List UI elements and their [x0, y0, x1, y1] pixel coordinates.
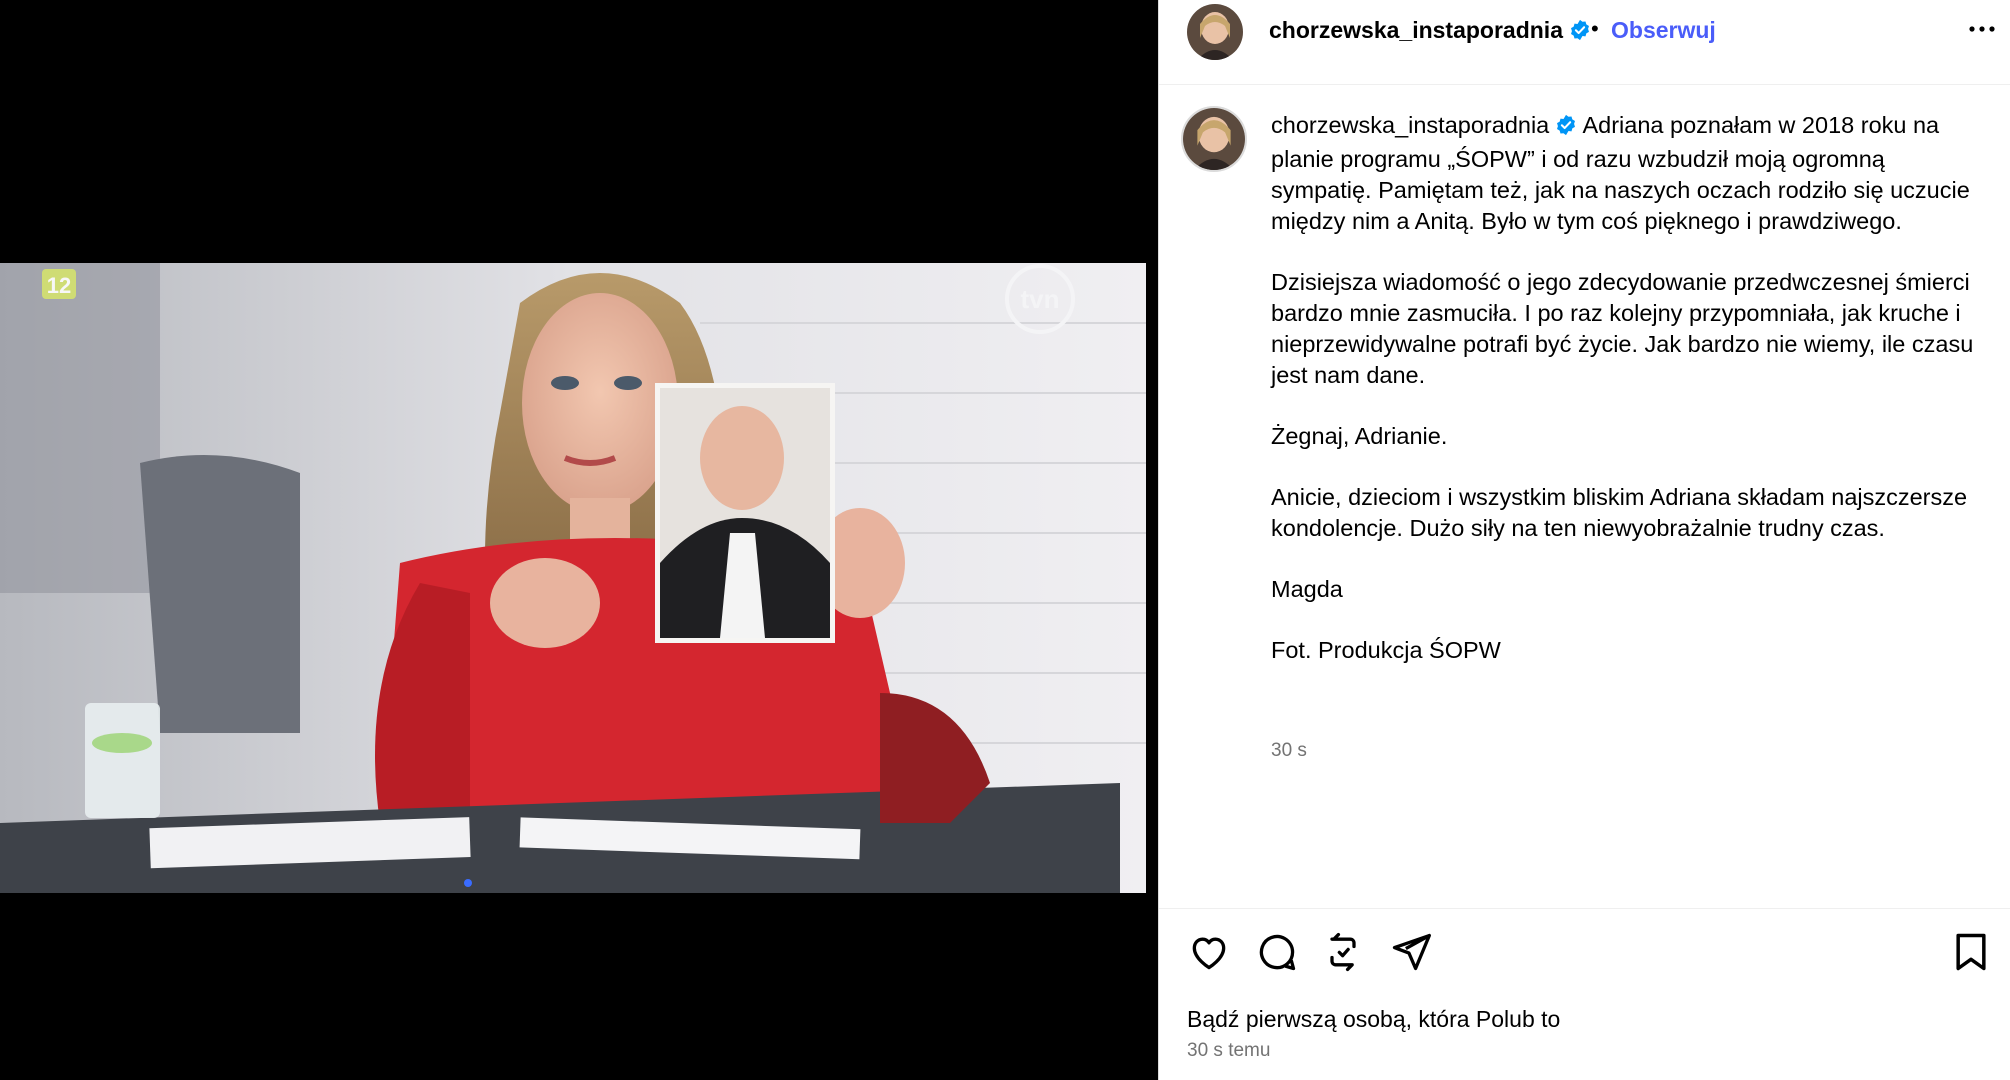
caption-author-avatar[interactable] — [1181, 106, 1247, 172]
likes-text[interactable]: Bądź pierwszą osobą, która Polub to — [1187, 1006, 1560, 1033]
more-options-icon[interactable] — [1965, 12, 1999, 46]
caption-username[interactable]: chorzewska_instaporadnia — [1271, 112, 1549, 138]
caption-paragraph-3: Żegnaj, Adrianie. — [1271, 423, 1448, 449]
post-timestamp[interactable]: 30 s temu — [1187, 1040, 1270, 1062]
post-header: chorzewska_instaporadnia • Obserwuj — [1159, 0, 2010, 85]
author-username[interactable]: chorzewska_instaporadnia — [1269, 17, 1591, 47]
comment-icon[interactable] — [1255, 930, 1299, 974]
caption-paragraph-6: Fot. Produkcja ŚOPW — [1271, 637, 1501, 663]
verified-badge-icon — [1555, 113, 1577, 144]
post-image: 12 tvn — [0, 263, 1146, 893]
caption-paragraph-4: Anicie, dzieciom i wszystkim bliskim Adr… — [1271, 484, 1968, 541]
tv-logo: tvn — [1021, 284, 1060, 314]
post-sidebar: chorzewska_instaporadnia • Obserwuj chor… — [1158, 0, 2010, 1080]
share-icon[interactable] — [1389, 930, 1433, 974]
heart-icon[interactable] — [1187, 930, 1231, 974]
follow-button[interactable]: Obserwuj — [1611, 17, 1716, 44]
verified-badge-icon — [1569, 19, 1591, 47]
channel-age-badge: 12 — [47, 273, 71, 298]
caption-paragraph: chorzewska_instaporadnia Adriana poznała… — [1271, 110, 1991, 237]
separator-dot: • — [1591, 16, 1599, 41]
caption-paragraph-2: Dzisiejsza wiadomość o jego zdecydowanie… — [1271, 269, 1974, 388]
caption-paragraph-5: Magda — [1271, 576, 1343, 602]
caption-timestamp[interactable]: 30 s — [1271, 740, 1307, 762]
actions-divider — [1159, 908, 2010, 909]
repost-icon[interactable] — [1321, 930, 1365, 974]
author-avatar[interactable] — [1187, 4, 1243, 60]
caption-text: chorzewska_instaporadnia Adriana poznała… — [1271, 110, 1991, 696]
post-media[interactable]: 12 tvn — [0, 0, 1158, 1080]
author-username-text[interactable]: chorzewska_instaporadnia — [1269, 17, 1563, 43]
bookmark-icon[interactable] — [1949, 930, 1993, 974]
